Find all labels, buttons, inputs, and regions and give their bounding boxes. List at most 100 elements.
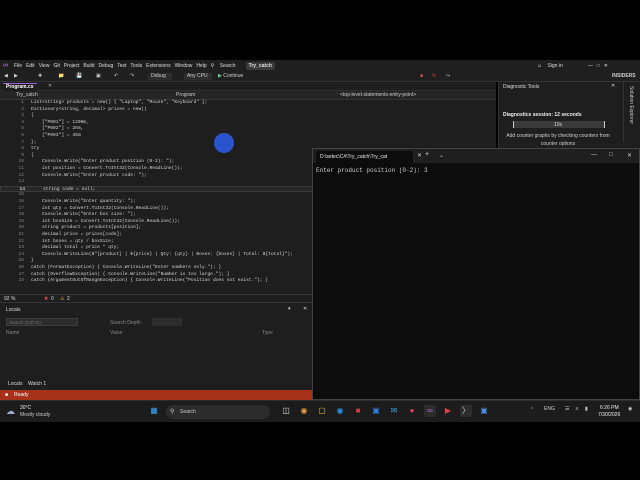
forward-icon[interactable]: ▶ [14,73,18,80]
status-icon: ■ [5,392,9,398]
code-text: Console.Write("Enter product position (0… [31,159,175,165]
platform-dropdown[interactable]: Any CPU [184,73,212,80]
solution-explorer-tab[interactable]: Solution Explorer [628,86,634,124]
tab-locals[interactable]: Locals [8,381,22,387]
minimize-icon[interactable]: — [588,63,593,69]
notification-icon[interactable]: ◉ [628,406,632,412]
language-indicator[interactable]: ENG [544,406,555,412]
terminal-icon[interactable]: 〉 [460,405,472,417]
step-over-icon[interactable]: ↪ [446,73,450,80]
line-number: 10 [18,159,24,165]
nav-class[interactable]: Program [176,92,195,99]
clock-date[interactable]: 7/30/2026 [598,412,620,418]
menu-debug[interactable]: Debug [99,63,114,69]
task-view-icon[interactable]: ◫ [280,405,292,417]
pinterest-icon[interactable]: ● [406,405,418,417]
taskbar-search[interactable]: ⚲ Search [166,405,270,419]
sign-in-link[interactable]: ☺ Sign in [533,63,563,69]
menu-window[interactable]: Window [175,63,193,69]
edge-icon[interactable]: ◉ [334,405,346,417]
save-all-icon[interactable]: ▣ [96,73,101,80]
undo-icon[interactable]: ↶ [114,73,118,80]
chrome-icon[interactable]: ◉ [298,405,310,417]
line-number: 26 [18,265,24,270]
code-text: decimal price = prices[code]; [31,232,122,237]
close-icon[interactable]: ✕ [604,63,608,69]
new-item-icon[interactable]: ✚ [38,73,42,80]
close-tab-icon[interactable]: ✕ [48,83,52,90]
mail-icon[interactable]: ✉ [388,405,400,417]
menu-search[interactable]: ⚲ Search [211,63,236,69]
diag-close-icon[interactable]: ✕ [611,83,615,89]
code-text: Console.Write("Enter box size: "); [31,212,136,218]
insiders-badge[interactable]: INSIDERS [612,73,636,80]
console-tab[interactable]: D:\setec\C#\Try_catch\Try_cat [316,151,413,163]
menu-git[interactable]: Git [53,63,59,69]
back-icon[interactable]: ◀ [4,73,8,80]
menu-project[interactable]: Project [64,63,80,69]
volume-icon[interactable]: ♬ [575,406,580,412]
menu-test[interactable]: Test [117,63,126,69]
console-close-icon[interactable]: ✕ [627,152,632,159]
continue-button[interactable]: ▶ Continue [218,73,243,80]
line-number: 3 [21,113,24,119]
line-number: 13 [18,179,24,185]
code-line[interactable]: 2 Dictionary<string, decimal> prices = ne… [0,107,490,114]
start-icon[interactable]: ▦ [148,405,160,417]
menu-build[interactable]: Build [83,63,94,69]
locals-search-input[interactable] [6,318,78,326]
code-line[interactable]: 6 ["P003"] = 45m [0,133,490,140]
wifi-icon[interactable]: ☰ [565,406,569,412]
menu-tools[interactable]: Tools [130,63,142,69]
code-text: { [31,113,34,119]
code-line[interactable]: 5 ["P002"] = 25m, [0,126,490,133]
tab-watch-1[interactable]: Watch 1 [28,381,46,387]
menu-file[interactable]: File [14,63,22,69]
youtube-icon[interactable]: ▶ [442,405,454,417]
nav-project[interactable]: Try_catch [16,92,38,99]
weather-icon[interactable]: ☁ [6,406,15,417]
store-icon[interactable]: ▣ [370,405,382,417]
stop-debugging-icon[interactable]: ■ [420,73,423,80]
nav-member[interactable]: <top-level-statements-entry-point> [340,92,416,99]
redo-icon[interactable]: ↷ [130,73,134,80]
code-line[interactable]: 1 List<string> products = new() { "Laptop… [0,100,490,107]
menu-view[interactable]: View [39,63,50,69]
tab-dropdown-icon[interactable]: ⌄ [439,152,444,159]
app-icon-blue[interactable]: ▣ [478,405,490,417]
restart-icon[interactable]: ↻ [432,73,436,80]
console-tab-title: D:\setec\C#\Try_catch\Try_cat [320,154,388,160]
editor-tab-bar: Program.cs ✕ [0,82,496,91]
code-line[interactable]: 7}; [0,140,490,147]
console-minimize-icon[interactable]: — [591,152,597,158]
menu-help[interactable]: Help [196,63,206,69]
col-name[interactable]: Name [6,330,19,336]
menu-extensions[interactable]: Extensions [146,63,170,69]
col-value[interactable]: Value [110,330,122,336]
search-depth-dropdown[interactable] [152,318,182,326]
file-explorer-icon[interactable]: ▢ [316,405,328,417]
side-tab-strip: Solution Explorer [623,82,640,142]
app-icon-red[interactable]: ■ [352,405,364,417]
close-console-tab-icon[interactable]: ✕ [417,152,422,159]
new-tab-icon[interactable]: + [425,151,429,158]
code-line[interactable]: 3{ [0,113,490,120]
code-text: catch (ArgumentOutOfRangeException) { Co… [31,278,269,284]
battery-icon[interactable]: ▮ [585,406,588,412]
save-icon[interactable]: 💾 [76,73,82,80]
console-output[interactable]: Enter product position (0-2): 3 [316,167,428,174]
timeline[interactable]: 10s [513,121,605,128]
visual-studio-icon[interactable]: ∞ [424,405,436,417]
panel-close-icon[interactable]: ✕ [303,306,307,312]
tab-program-cs[interactable]: Program.cs [3,83,37,91]
menu-edit[interactable]: Edit [26,63,35,69]
tray-overflow-icon[interactable]: ⌃ [530,407,534,413]
panel-pin-icon[interactable]: ▾ [288,306,291,312]
clock-time[interactable]: 6:26 PM [600,405,619,411]
col-type[interactable]: Type [262,330,273,336]
open-folder-icon[interactable]: 📁 [58,73,64,80]
config-dropdown[interactable]: Debug [148,73,172,80]
maximize-icon[interactable]: □ [597,63,600,69]
code-text: Dictionary<string, decimal> prices = new… [31,106,147,112]
console-maximize-icon[interactable]: □ [609,152,613,158]
